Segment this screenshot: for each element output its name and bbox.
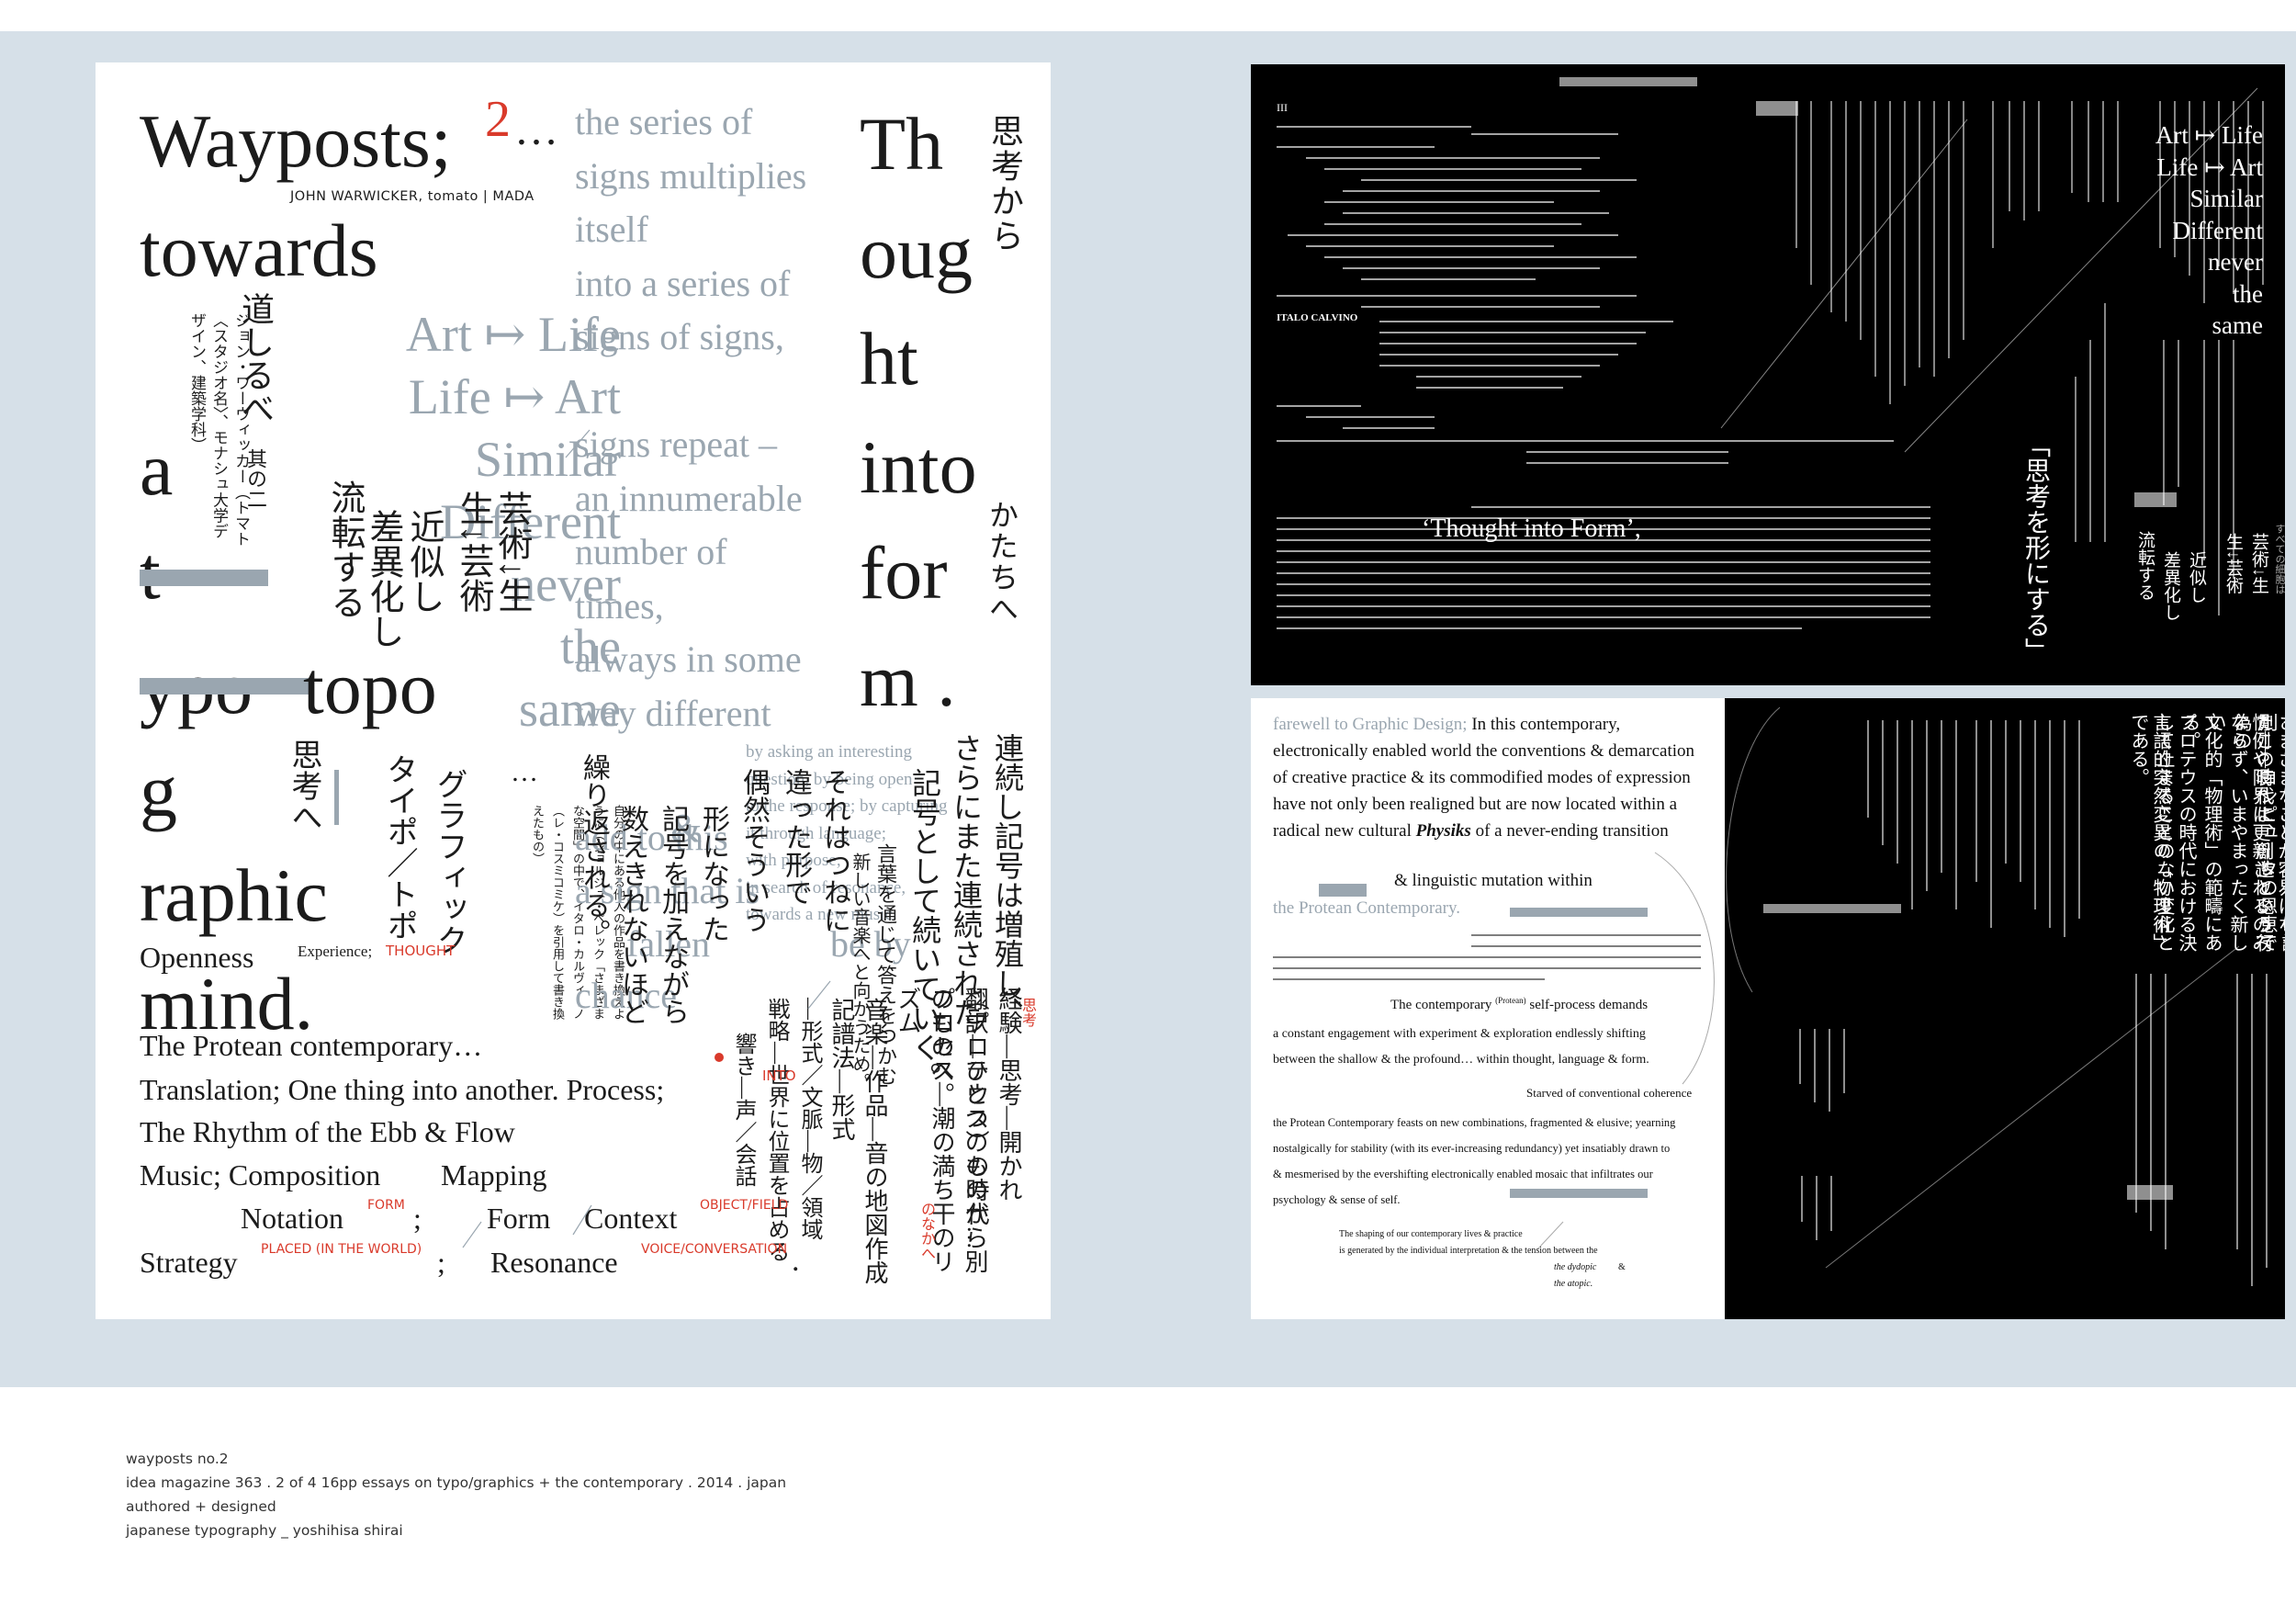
poster-page: Wayposts; 2 … JOHN WARWICKER, tomato | M…: [96, 62, 1051, 1319]
art-life-line: Different: [2172, 216, 2263, 244]
protean-label: (Protean): [1495, 996, 1526, 1005]
art-life-line: the: [2233, 279, 2263, 308]
slash-lines: [462, 429, 831, 1248]
jp-col: すべての細胞は: [2274, 524, 2285, 594]
art-life-line: Art ↦ Life: [2155, 121, 2263, 149]
caption-line-4: japanese typography _ yoshihisa shirai: [126, 1522, 403, 1539]
caption: wayposts no.2 idea magazine 363 . 2 of 4…: [126, 1447, 786, 1542]
jp-col: 芸術↓生: [2249, 533, 2268, 594]
author-credit: ITALO CALVINO: [1277, 312, 1358, 323]
shaping-1: The shaping of our contemporary lives & …: [1339, 1229, 1523, 1239]
shaping-2: is generated by the individual interpret…: [1339, 1246, 1598, 1256]
jp-bracket-title: 「思考を形にする」: [2021, 432, 2050, 663]
protean-self-tail: self-process demands: [1529, 998, 1649, 1012]
jp-col: 流転する: [2135, 531, 2155, 601]
art-life-block-dark: Art ↦ Life Life ↦ Art Similar Different …: [2155, 119, 2263, 342]
thought-into-form: ‘Thought into Form’,: [1422, 514, 1641, 543]
spread-bottom-right-panel: グラフィックデザインとの訣別――コンピュータの恩恵で さまざまなことが容易になっ…: [1725, 698, 2285, 1319]
atopic: the atopic.: [1554, 1279, 1593, 1289]
dydopic: the dydopic: [1554, 1262, 1597, 1272]
feasts-text: the Protean Contemporary feasts on new c…: [1273, 1116, 1676, 1206]
jp-col: 生↓芸術: [2223, 533, 2243, 594]
jp-col: 近似し: [2187, 551, 2206, 604]
protean-self-text: The contemporary: [1390, 998, 1492, 1012]
body-small: a constant engagement with experiment & …: [1273, 1027, 1649, 1067]
starved: Starved of conventional coherence: [1526, 1086, 1693, 1100]
body-text-lines: [1277, 87, 2264, 629]
protean-self: The contemporary (Protean) self-process …: [1390, 996, 1648, 1013]
jp-col: 差異化し: [2161, 551, 2180, 621]
jp-col: 言語的突然変異の「物理術」である。: [2128, 713, 2170, 952]
spread-top-panel: III Art ↦ Life Life ↦ Art Similar Differ…: [1251, 64, 2285, 685]
art-life-line: never: [2208, 248, 2263, 276]
art-life-line: Life ↦ Art: [2156, 152, 2263, 181]
amp: &: [1618, 1262, 1626, 1272]
caption-line-2: idea magazine 363 . 2 of 4 16pp essays o…: [126, 1474, 787, 1491]
art-life-line: Similar: [2189, 185, 2264, 212]
caption-line-3: authored + designed: [126, 1498, 276, 1515]
art-life-line: same: [2212, 311, 2263, 339]
spread-bottom-left-panel: farewell to Graphic Design; In this cont…: [1251, 698, 1725, 1319]
caption-line-1: wayposts no.2: [126, 1451, 229, 1467]
